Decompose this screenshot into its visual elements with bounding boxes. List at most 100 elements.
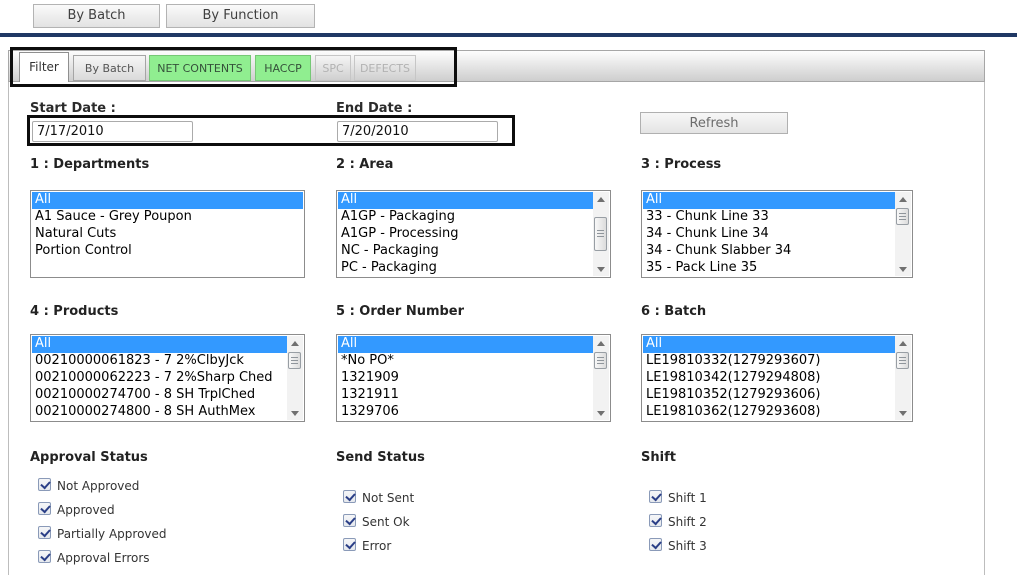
checkbox-label: Error bbox=[362, 539, 391, 553]
list-item[interactable]: All bbox=[32, 192, 303, 209]
checkbox-label: Not Approved bbox=[57, 479, 139, 493]
list-item[interactable]: All bbox=[338, 336, 593, 353]
scroll-down-icon[interactable] bbox=[593, 261, 609, 276]
checkbox-approved[interactable] bbox=[38, 502, 51, 515]
by-function-button[interactable]: By Function bbox=[166, 4, 315, 28]
list-items: All 33 - Chunk Line 33 34 - Chunk Line 3… bbox=[643, 192, 895, 276]
scroll-up-icon[interactable] bbox=[895, 336, 911, 351]
list-item[interactable]: A1 Sauce - Grey Poupon bbox=[32, 209, 303, 226]
list-item[interactable]: *No PO* bbox=[338, 353, 593, 370]
order-number-listbox[interactable]: All *No PO* 1321909 1321911 1329706 bbox=[336, 334, 611, 422]
send-status-title: Send Status bbox=[336, 450, 425, 465]
start-date-input[interactable] bbox=[32, 121, 193, 142]
tab-filter[interactable]: Filter bbox=[19, 52, 69, 82]
batch-listbox[interactable]: All LE19810332(1279293607) LE19810342(12… bbox=[641, 334, 913, 422]
end-date-label: End Date : bbox=[336, 101, 412, 116]
checkbox-label: Not Sent bbox=[362, 491, 414, 505]
checkbox-label: Approval Errors bbox=[57, 551, 150, 565]
checkbox-not-sent[interactable] bbox=[343, 490, 356, 503]
list-item[interactable]: LE19810362(1279293608) bbox=[643, 404, 895, 420]
list-item[interactable]: 00210000274700 - 8 SH TrplChed bbox=[32, 387, 287, 404]
list-item[interactable]: PC - Packaging bbox=[338, 260, 593, 276]
list-item[interactable]: NC - Packaging bbox=[338, 243, 593, 260]
by-batch-button[interactable]: By Batch bbox=[33, 4, 160, 28]
checkbox-shift-1[interactable] bbox=[649, 490, 662, 503]
list-item[interactable]: LE19810352(1279293606) bbox=[643, 387, 895, 404]
list-item[interactable]: 33 - Chunk Line 33 bbox=[643, 209, 895, 226]
checkbox-partially-approved[interactable] bbox=[38, 526, 51, 539]
tab-spc: SPC bbox=[315, 55, 351, 81]
triangle-down-icon bbox=[899, 267, 907, 272]
scrollbar-thumb[interactable] bbox=[896, 352, 909, 369]
list-item[interactable]: 34 - Chunk Slabber 34 bbox=[643, 243, 895, 260]
list-item[interactable]: 00210000274800 - 8 SH AuthMex bbox=[32, 404, 287, 420]
checkbox-not-approved[interactable] bbox=[38, 478, 51, 491]
list-item[interactable]: 35 - Pack Line 35 bbox=[643, 260, 895, 276]
list-items: All LE19810332(1279293607) LE19810342(12… bbox=[643, 336, 895, 420]
scrollbar-thumb[interactable] bbox=[594, 217, 607, 251]
scrollbar[interactable] bbox=[895, 336, 911, 420]
scroll-down-icon[interactable] bbox=[593, 405, 609, 420]
checkbox-sent-ok[interactable] bbox=[343, 514, 356, 527]
scrollbar-thumb[interactable] bbox=[896, 208, 909, 225]
scroll-up-icon[interactable] bbox=[287, 336, 303, 351]
scrollbar[interactable] bbox=[895, 192, 911, 276]
checkbox-label: Shift 2 bbox=[668, 515, 707, 529]
triangle-down-icon bbox=[291, 411, 299, 416]
scrollbar[interactable] bbox=[287, 336, 303, 420]
list-item[interactable]: LE19810342(1279294808) bbox=[643, 370, 895, 387]
scroll-down-icon[interactable] bbox=[287, 405, 303, 420]
checkbox-approval-errors[interactable] bbox=[38, 550, 51, 563]
scroll-up-icon[interactable] bbox=[593, 336, 609, 351]
checkbox-label: Approved bbox=[57, 503, 115, 517]
scrollbar-thumb[interactable] bbox=[594, 352, 607, 369]
list-item[interactable]: Natural Cuts bbox=[32, 226, 303, 243]
scrollbar[interactable] bbox=[593, 336, 609, 420]
area-listbox[interactable]: All A1GP - Packaging A1GP - Processing N… bbox=[336, 190, 611, 278]
triangle-up-icon bbox=[597, 341, 605, 346]
list-item[interactable]: All bbox=[643, 192, 895, 209]
scroll-up-icon[interactable] bbox=[895, 192, 911, 207]
refresh-button[interactable]: Refresh bbox=[640, 112, 788, 134]
tab-by-batch[interactable]: By Batch bbox=[73, 55, 146, 81]
triangle-up-icon bbox=[899, 197, 907, 202]
scroll-up-icon[interactable] bbox=[593, 192, 609, 207]
tab-haccp[interactable]: HACCP bbox=[255, 55, 311, 81]
list-items: All A1GP - Packaging A1GP - Processing N… bbox=[338, 192, 593, 276]
area-title: 2 : Area bbox=[336, 157, 393, 172]
list-item[interactable]: 00210000061823 - 7 2%ClbyJck bbox=[32, 353, 287, 370]
list-item[interactable]: All bbox=[643, 336, 895, 353]
end-date-input[interactable] bbox=[337, 121, 498, 142]
list-item[interactable]: 1321909 bbox=[338, 370, 593, 387]
list-item[interactable]: A1GP - Processing bbox=[338, 226, 593, 243]
checkbox-shift-3[interactable] bbox=[649, 538, 662, 551]
scroll-down-icon[interactable] bbox=[895, 405, 911, 420]
list-item[interactable]: 1321911 bbox=[338, 387, 593, 404]
process-listbox[interactable]: All 33 - Chunk Line 33 34 - Chunk Line 3… bbox=[641, 190, 913, 278]
approval-status-title: Approval Status bbox=[30, 450, 148, 465]
list-item[interactable]: All bbox=[32, 336, 287, 353]
products-listbox[interactable]: All 00210000061823 - 7 2%ClbyJck 0021000… bbox=[30, 334, 305, 422]
list-item[interactable]: 00210000062223 - 7 2%Sharp Ched bbox=[32, 370, 287, 387]
checkbox-error[interactable] bbox=[343, 538, 356, 551]
tab-defects: DEFECTS bbox=[354, 55, 416, 81]
process-title: 3 : Process bbox=[641, 157, 721, 172]
scroll-down-icon[interactable] bbox=[895, 261, 911, 276]
list-item[interactable]: LE19810332(1279293607) bbox=[643, 353, 895, 370]
shift-title: Shift bbox=[641, 450, 676, 465]
triangle-down-icon bbox=[597, 411, 605, 416]
tab-net-contents[interactable]: NET CONTENTS bbox=[149, 55, 251, 81]
list-item[interactable]: 1329706 bbox=[338, 404, 593, 420]
departments-listbox[interactable]: All A1 Sauce - Grey Poupon Natural Cuts … bbox=[30, 190, 305, 278]
list-items: All *No PO* 1321909 1321911 1329706 bbox=[338, 336, 593, 420]
list-item[interactable]: A1GP - Packaging bbox=[338, 209, 593, 226]
list-item[interactable]: 34 - Chunk Line 34 bbox=[643, 226, 895, 243]
triangle-down-icon bbox=[899, 411, 907, 416]
list-item[interactable]: All bbox=[338, 192, 593, 209]
list-items: All 00210000061823 - 7 2%ClbyJck 0021000… bbox=[32, 336, 287, 420]
filter-panel bbox=[8, 82, 985, 575]
scrollbar[interactable] bbox=[593, 192, 609, 276]
list-item[interactable]: Portion Control bbox=[32, 243, 303, 260]
checkbox-shift-2[interactable] bbox=[649, 514, 662, 527]
scrollbar-thumb[interactable] bbox=[288, 352, 301, 369]
